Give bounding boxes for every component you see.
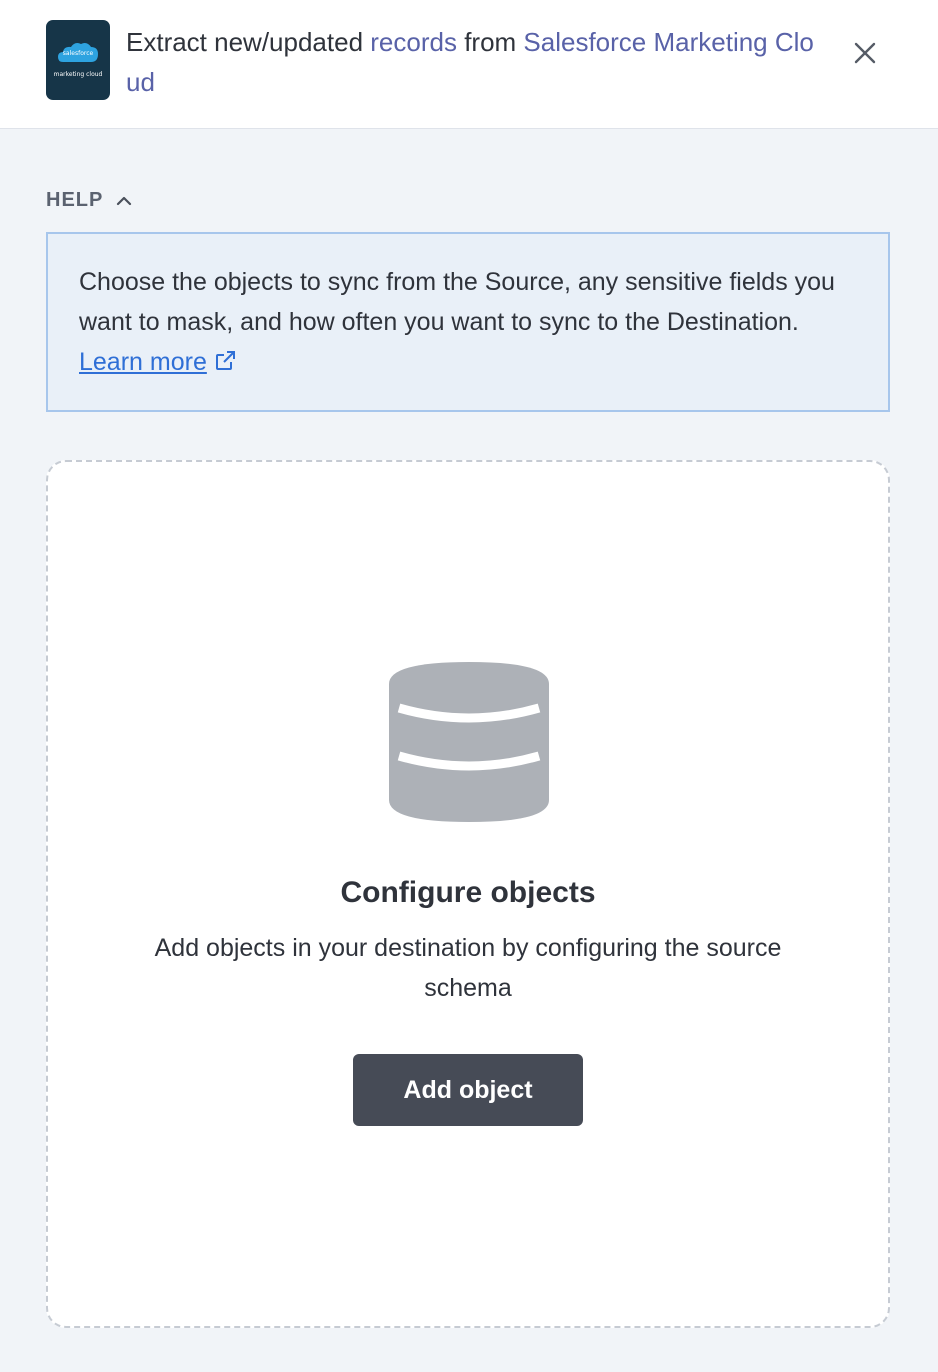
- objects-empty-state: Configure objects Add objects in your de…: [46, 460, 890, 1328]
- logo-brand-text: salesforce: [62, 50, 94, 57]
- logo-product-text: marketing cloud: [53, 71, 103, 78]
- dialog-title: Extract new/updated records from Salesfo…: [126, 22, 826, 102]
- records-link[interactable]: records: [370, 27, 457, 57]
- help-toggle[interactable]: HELP: [46, 186, 133, 214]
- add-object-button[interactable]: Add object: [353, 1054, 583, 1126]
- dialog-header: salesforce marketing cloud Extract new/u…: [0, 0, 938, 129]
- learn-more-link[interactable]: Learn more: [79, 348, 207, 376]
- help-text: Choose the objects to sync from the Sour…: [79, 268, 835, 336]
- title-middle: from: [456, 27, 524, 57]
- empty-state-description: Add objects in your destination by confi…: [154, 934, 782, 1002]
- help-panel: Choose the objects to sync from the Sour…: [46, 232, 890, 412]
- database-icon: [389, 662, 549, 822]
- title-prefix: Extract new/updated: [126, 27, 371, 57]
- salesforce-marketing-cloud-logo: salesforce marketing cloud: [46, 20, 110, 100]
- close-icon: [854, 42, 876, 64]
- empty-state-title: Configure objects: [340, 876, 596, 909]
- help-toggle-label: HELP: [46, 188, 104, 211]
- close-button[interactable]: [846, 34, 884, 72]
- chevron-up-icon: [117, 196, 132, 206]
- external-link-icon[interactable]: [213, 349, 237, 373]
- cloud-icon: [58, 43, 98, 62]
